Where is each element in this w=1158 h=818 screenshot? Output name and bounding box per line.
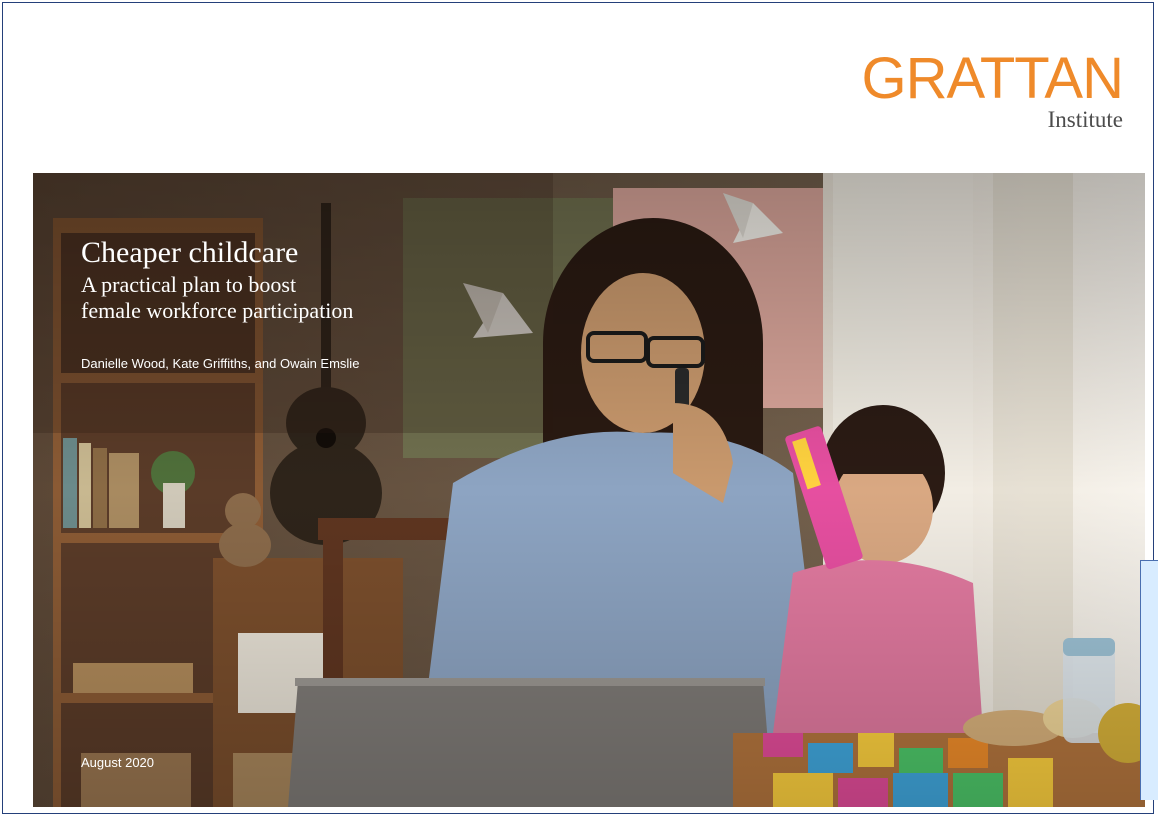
- grattan-logo: GRATTAN Institute: [861, 46, 1124, 133]
- report-title: Cheaper childcare: [81, 236, 299, 269]
- report-subtitle: A practical plan to boost female workfor…: [81, 272, 354, 323]
- callout-shape: [1140, 560, 1158, 800]
- logo-wordmark: GRATTAN: [861, 46, 1124, 111]
- report-authors: Danielle Wood, Kate Griffiths, and Owain…: [81, 356, 360, 371]
- page-frame: GRATTAN Institute Cheaper childcare A pr…: [2, 2, 1154, 814]
- cover-photo: Cheaper childcare A practical plan to bo…: [33, 173, 1145, 807]
- report-date: August 2020: [81, 755, 155, 770]
